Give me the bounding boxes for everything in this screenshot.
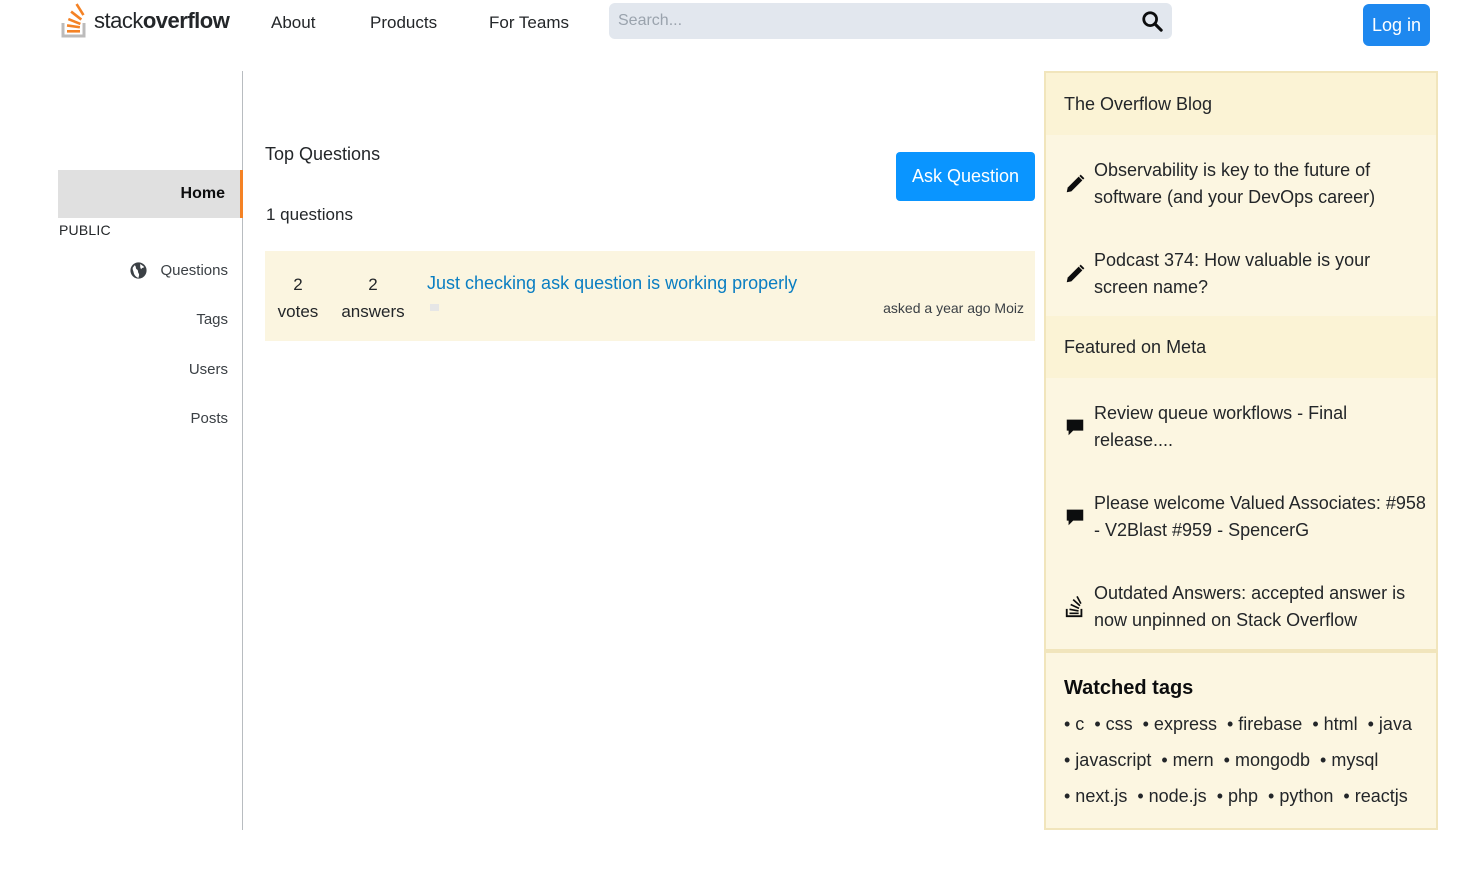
tag-mern[interactable]: • mern <box>1161 747 1213 774</box>
blog-item[interactable]: Podcast 374: How valuable is your screen… <box>1064 247 1429 301</box>
sidebar-item-home[interactable]: Home <box>58 170 243 218</box>
tag-express[interactable]: • express <box>1143 711 1217 738</box>
vote-count-label: votes <box>277 302 319 321</box>
meta-item[interactable]: Review queue workflows - Final release..… <box>1064 400 1429 454</box>
sidebar-item-label: Posts <box>190 410 228 427</box>
tag-java[interactable]: • java <box>1368 711 1412 738</box>
sidebar-item-label: Questions <box>160 262 228 279</box>
tag-php[interactable]: • php <box>1217 783 1258 810</box>
sidebar-item-users[interactable]: Users <box>189 361 228 378</box>
tag-firebase[interactable]: • firebase <box>1227 711 1302 738</box>
tag-mysql[interactable]: • mysql <box>1320 747 1378 774</box>
ask-question-button[interactable]: Ask Question <box>896 152 1035 201</box>
page-title: Top Questions <box>265 144 381 164</box>
pencil-icon <box>1066 264 1085 283</box>
blog-item[interactable]: Observability is key to the future of so… <box>1064 157 1429 211</box>
sidebar-item-questions[interactable]: Questions <box>129 261 228 280</box>
comment-icon <box>1066 419 1084 436</box>
search-icon[interactable] <box>1141 10 1163 32</box>
blog-heading: The Overflow Blog <box>1046 73 1436 135</box>
logo-wordmark: stackoverflow <box>94 8 230 33</box>
stack-overflow-icon <box>1065 596 1083 618</box>
nav-products[interactable]: Products <box>370 13 437 33</box>
sidebar-item-label: Users <box>188 361 228 378</box>
vote-count-value: 2 <box>293 275 303 294</box>
tag-javascript[interactable]: • javascript <box>1064 747 1151 774</box>
meta-item-text: Review queue workflows - Final release..… <box>1094 403 1348 450</box>
login-button[interactable]: Log in <box>1363 4 1430 46</box>
tag-mongodb[interactable]: • mongodb <box>1224 747 1310 774</box>
search-bar <box>609 3 1172 39</box>
top-bar: stackoverflow About Products For Teams L… <box>0 0 1479 50</box>
comment-icon <box>1066 509 1084 526</box>
tag-css[interactable]: • css <box>1094 711 1132 738</box>
question-count: 1 questions <box>266 205 353 224</box>
tag-python[interactable]: • python <box>1268 783 1333 810</box>
right-sidebar: The Overflow Blog Observability is key t… <box>1044 71 1438 830</box>
stack-overflow-logo-icon <box>61 3 86 38</box>
sidebar-item-label: Tags <box>196 311 228 328</box>
blog-item-text: Observability is key to the future of so… <box>1094 160 1376 207</box>
tag-nextjs[interactable]: • next.js <box>1064 783 1127 810</box>
watched-tags-list: • c • css • express • firebase • html • … <box>1064 711 1429 810</box>
meta-item[interactable]: Outdated Answers: accepted answer is now… <box>1064 580 1429 634</box>
question-summary: 2 votes 2 answers Just checking ask ques… <box>265 251 1035 341</box>
sidebar-section-public: PUBLIC <box>59 222 111 238</box>
search-input[interactable] <box>609 3 1129 39</box>
meta-heading: Featured on Meta <box>1046 316 1436 378</box>
question-title-link[interactable]: Just checking ask question is working pr… <box>427 273 797 294</box>
stack-overflow-logo[interactable]: stackoverflow <box>60 3 230 39</box>
blog-widget: The Overflow Blog Observability is key t… <box>1044 71 1438 651</box>
tag-reactjs[interactable]: • reactjs <box>1343 783 1407 810</box>
answer-count: 2 answers <box>340 271 406 325</box>
left-sidebar: Home PUBLIC Questions Tags Users Posts <box>58 71 243 830</box>
sidebar-item-posts[interactable]: Posts <box>190 410 228 427</box>
tag-c[interactable]: • c <box>1064 711 1084 738</box>
blog-item-text: Podcast 374: How valuable is your screen… <box>1094 250 1371 297</box>
pencil-icon <box>1066 174 1085 193</box>
meta-item-text: Please welcome Valued Associates: #958 -… <box>1094 493 1426 540</box>
vote-count: 2 votes <box>276 271 320 325</box>
question-meta: asked a year ago Moiz <box>883 300 1024 316</box>
meta-item-text: Outdated Answers: accepted answer is now… <box>1094 583 1406 630</box>
meta-item[interactable]: Please welcome Valued Associates: #958 -… <box>1064 490 1429 544</box>
answer-count-value: 2 <box>368 275 378 294</box>
tag-html[interactable]: • html <box>1312 711 1357 738</box>
nav-for-teams[interactable]: For Teams <box>489 13 569 33</box>
tag-nodejs[interactable]: • node.js <box>1137 783 1206 810</box>
nav-about[interactable]: About <box>271 13 315 33</box>
answer-count-label: answers <box>341 302 405 321</box>
watched-tags-title: Watched tags <box>1064 677 1194 699</box>
watched-tags-widget: Watched tags • c • css • express • fireb… <box>1044 651 1438 830</box>
tag-placeholder <box>430 304 439 311</box>
globe-icon <box>130 262 148 279</box>
sidebar-item-tags[interactable]: Tags <box>196 311 228 328</box>
